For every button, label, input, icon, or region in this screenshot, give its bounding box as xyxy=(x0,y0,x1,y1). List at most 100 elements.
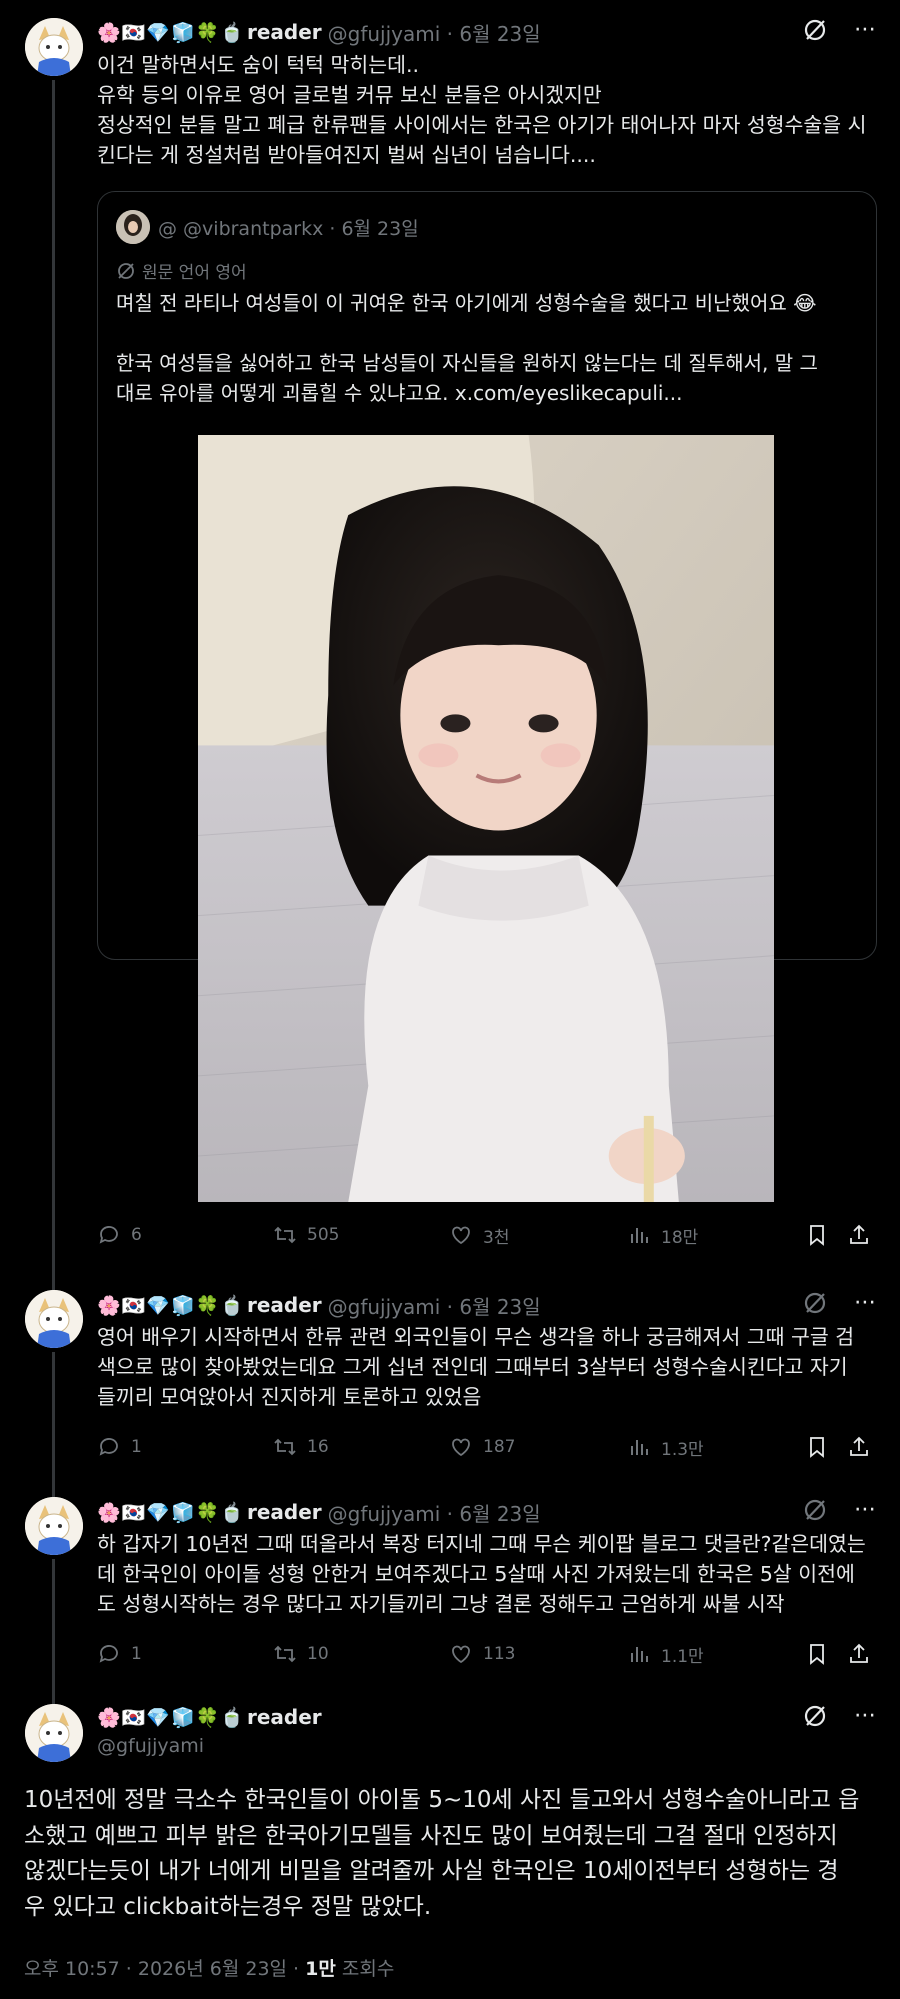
author-emojis: 🌸🇰🇷💎🧊🍀🍵 xyxy=(97,1501,245,1524)
tweet-actions: 1 16 187 1.3만 xyxy=(97,1432,868,1462)
grok-icon[interactable] xyxy=(802,1703,828,1729)
author-emojis: 🌸🇰🇷💎🧊🍀🍵 xyxy=(97,1294,245,1317)
like-icon xyxy=(452,1438,470,1457)
share-icon xyxy=(850,1643,868,1663)
like-button[interactable]: 187 xyxy=(449,1432,515,1462)
author-handle-date[interactable]: @gfujjyami · 6월 23일 xyxy=(328,18,541,47)
retweet-button[interactable]: 10 xyxy=(273,1639,329,1669)
retweet-count: 16 xyxy=(307,1437,329,1457)
reply-icon xyxy=(99,1438,118,1456)
like-icon xyxy=(452,1226,470,1245)
bookmark-icon xyxy=(810,1644,824,1665)
author-name[interactable]: reader xyxy=(247,1293,322,1317)
tweet-header-icons: ⋯ xyxy=(802,1497,878,1523)
retweet-button[interactable]: 16 xyxy=(273,1432,329,1462)
tweet-text: 이건 말하면서도 숨이 턱턱 막히는데.. 유학 등의 이유로 영어 글로벌 커… xyxy=(97,53,867,167)
views-count: 18만 xyxy=(661,1227,699,1248)
views-icon xyxy=(631,1647,648,1662)
thread-line xyxy=(52,80,55,1298)
author-name[interactable]: reader xyxy=(247,1500,322,1524)
tweet-text: 하 갑자기 10년전 그때 떠올라서 복장 터지네 그때 무슨 케이팝 블로그 … xyxy=(97,1532,866,1616)
reply-count: 1 xyxy=(131,1644,142,1664)
more-icon[interactable]: ⋯ xyxy=(854,1292,878,1314)
views-icon xyxy=(631,1440,648,1455)
quote-avatar[interactable] xyxy=(116,210,150,244)
thread-line xyxy=(52,1559,55,1704)
reply-button[interactable]: 1 xyxy=(97,1432,142,1462)
more-icon[interactable]: ⋯ xyxy=(854,19,878,41)
retweet-button[interactable]: 505 xyxy=(273,1220,339,1250)
avatar[interactable] xyxy=(25,18,83,76)
author-handle-date[interactable]: @gfujjyami · 6월 23일 xyxy=(328,1291,541,1320)
bookmark-button[interactable] xyxy=(805,1432,829,1462)
tweet-header: 🌸🇰🇷💎🧊🍀🍵 reader @gfujjyami · 6월 23일 xyxy=(97,1497,541,1527)
tweet-header: 🌸🇰🇷💎🧊🍀🍵 reader @gfujjyami · 6월 23일 xyxy=(97,1290,541,1320)
avatar[interactable] xyxy=(25,1290,83,1348)
views-button[interactable]: 1.1만 xyxy=(627,1639,704,1669)
quote-handle-date[interactable]: @ @vibrantparkx · 6월 23일 xyxy=(158,214,419,241)
tweet-actions: 6 505 3천 18만 xyxy=(97,1220,868,1250)
grok-icon[interactable] xyxy=(802,17,828,43)
more-icon[interactable]: ⋯ xyxy=(854,1499,878,1521)
author-emojis: 🌸🇰🇷💎🧊🍀🍵 xyxy=(97,1706,245,1729)
share-button[interactable] xyxy=(847,1639,871,1669)
share-button[interactable] xyxy=(847,1220,871,1250)
share-icon xyxy=(850,1436,868,1456)
quote-header: @ @vibrantparkx · 6월 23일 xyxy=(116,210,419,244)
translation-label: 원문 언어 영어 xyxy=(142,263,247,283)
tweet-header-icons: ⋯ xyxy=(802,1290,878,1316)
author-name[interactable]: reader xyxy=(247,1705,322,1729)
translation-note: 원문 언어 영어 xyxy=(116,258,247,283)
views-count: 1만 xyxy=(305,1958,336,1980)
thread-line xyxy=(52,1352,55,1497)
like-button[interactable]: 3천 xyxy=(449,1220,509,1250)
reply-button[interactable]: 6 xyxy=(97,1220,142,1250)
reply-icon xyxy=(99,1226,118,1244)
reply-button[interactable]: 1 xyxy=(97,1639,142,1669)
bookmark-button[interactable] xyxy=(805,1220,829,1250)
retweet-icon xyxy=(274,1645,296,1663)
tweet-header: 🌸🇰🇷💎🧊🍀🍵 reader @gfujjyami · 6월 23일 xyxy=(97,17,541,47)
reply-icon xyxy=(99,1645,118,1663)
retweet-count: 10 xyxy=(307,1644,329,1664)
tweet-timestamp: 오후 10:57 · 2026년 6월 23일 · 1만 조회수 xyxy=(24,1954,394,1981)
author-name[interactable]: reader xyxy=(247,20,322,44)
toddler-photo[interactable] xyxy=(198,435,774,1202)
bookmark-button[interactable] xyxy=(805,1639,829,1669)
like-count: 113 xyxy=(483,1644,516,1664)
views-count: 1.3만 xyxy=(661,1439,704,1460)
views-button[interactable]: 18만 xyxy=(627,1220,698,1250)
avatar[interactable] xyxy=(25,1497,83,1555)
bookmark-icon xyxy=(810,1437,824,1458)
like-button[interactable]: 113 xyxy=(449,1639,515,1669)
bookmark-icon xyxy=(810,1225,824,1246)
share-icon xyxy=(850,1224,868,1244)
share-button[interactable] xyxy=(847,1432,871,1462)
grok-icon[interactable] xyxy=(802,1290,828,1316)
author-name-row: 🌸🇰🇷💎🧊🍀🍵 reader xyxy=(97,1703,322,1731)
reply-count: 6 xyxy=(131,1225,142,1245)
tweet-text: 영어 배우기 시작하면서 한류 관련 외국인들이 무슨 생각을 하나 궁금해져서… xyxy=(97,1325,855,1409)
views-count: 1.1만 xyxy=(661,1646,704,1667)
views-label: 조회수 xyxy=(335,1958,395,1980)
tweet-header-icons: ⋯ xyxy=(802,1703,878,1729)
author-handle-date[interactable]: @gfujjyami · 6월 23일 xyxy=(328,1498,541,1527)
grok-icon[interactable] xyxy=(802,1497,828,1523)
timestamp-text[interactable]: 오후 10:57 · 2026년 6월 23일 · xyxy=(24,1958,305,1980)
retweet-icon xyxy=(274,1226,296,1244)
author-handle[interactable]: @gfujjyami xyxy=(97,1735,204,1757)
like-count: 187 xyxy=(483,1437,516,1457)
more-icon[interactable]: ⋯ xyxy=(854,1705,878,1727)
author-emojis: 🌸🇰🇷💎🧊🍀🍵 xyxy=(97,21,245,44)
like-icon xyxy=(452,1645,470,1664)
translate-icon xyxy=(118,262,134,279)
like-count: 3천 xyxy=(483,1227,510,1248)
reply-count: 1 xyxy=(131,1437,142,1457)
retweet-count: 505 xyxy=(307,1225,340,1245)
quote-text: 며칠 전 라티나 여성들이 이 귀여운 한국 아기에게 성형수술을 했다고 비난… xyxy=(116,291,818,405)
avatar[interactable] xyxy=(25,1704,83,1762)
main-tweet-text: 10년전에 정말 극소수 한국인들이 아이돌 5~10세 사진 들고와서 성형수… xyxy=(24,1787,860,1920)
views-button[interactable]: 1.3만 xyxy=(627,1432,704,1462)
tweet-actions: 1 10 113 1.1만 xyxy=(97,1639,868,1669)
retweet-icon xyxy=(274,1438,296,1456)
